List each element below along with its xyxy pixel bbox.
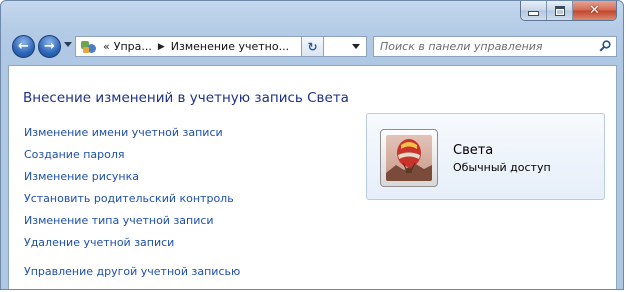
maximize-icon bbox=[554, 5, 565, 16]
account-card: Света Обычный доступ bbox=[366, 113, 605, 200]
address-history-button[interactable] bbox=[346, 37, 366, 56]
back-arrow-icon: ← bbox=[18, 39, 29, 54]
breadcrumb-control-panel[interactable]: Упра... bbox=[114, 40, 152, 53]
search-input[interactable] bbox=[380, 40, 590, 53]
search-box[interactable] bbox=[373, 36, 617, 57]
create-password-link[interactable]: Создание пароля bbox=[24, 144, 240, 166]
recent-pages-dropdown-icon[interactable] bbox=[64, 42, 72, 47]
account-name: Света bbox=[453, 143, 494, 158]
chevron-down-icon bbox=[352, 44, 360, 49]
navigation-bar: ← → « Упра... ▶ Изменение учетно... ↻ bbox=[9, 33, 617, 61]
breadcrumb-current-page[interactable]: Изменение учетно... bbox=[171, 40, 289, 53]
content-pane: Внесение изменений в учетную запись Свет… bbox=[8, 65, 617, 289]
minimize-icon bbox=[528, 11, 539, 16]
hot-air-balloon-icon bbox=[386, 135, 432, 181]
control-panel-window: ✕ ← → « Упра... ▶ Изменение учетно... ↻ bbox=[0, 0, 624, 290]
close-icon: ✕ bbox=[589, 3, 600, 18]
search-icon[interactable] bbox=[599, 40, 611, 52]
delete-account-link[interactable]: Удаление учетной записи bbox=[24, 232, 240, 254]
window-controls: ✕ bbox=[520, 1, 617, 21]
manage-another-account-link[interactable]: Управление другой учетной записью bbox=[24, 261, 240, 283]
back-button[interactable]: ← bbox=[12, 35, 35, 58]
parental-controls-link[interactable]: Установить родительский контроль bbox=[24, 188, 240, 210]
change-account-name-link[interactable]: Изменение имени учетной записи bbox=[24, 122, 240, 144]
breadcrumb-separator-icon[interactable]: ▶ bbox=[158, 42, 165, 52]
task-list: Изменение имени учетной записи Создание … bbox=[24, 122, 240, 283]
avatar bbox=[380, 129, 438, 187]
control-panel-icon bbox=[81, 40, 97, 54]
forward-button[interactable]: → bbox=[38, 35, 61, 58]
change-account-type-link[interactable]: Изменение типа учетной записи bbox=[24, 210, 240, 232]
page-title: Внесение изменений в учетную запись Свет… bbox=[23, 90, 349, 106]
account-type: Обычный доступ bbox=[453, 161, 551, 174]
breadcrumb-overflow-button[interactable]: « bbox=[103, 40, 110, 53]
minimize-button[interactable] bbox=[521, 1, 547, 20]
forward-arrow-icon: → bbox=[44, 39, 55, 54]
close-button[interactable]: ✕ bbox=[573, 1, 616, 20]
change-picture-link[interactable]: Изменение рисунка bbox=[24, 166, 240, 188]
refresh-button[interactable]: ↻ bbox=[301, 36, 324, 57]
maximize-button[interactable] bbox=[547, 1, 573, 20]
refresh-icon: ↻ bbox=[307, 39, 318, 54]
